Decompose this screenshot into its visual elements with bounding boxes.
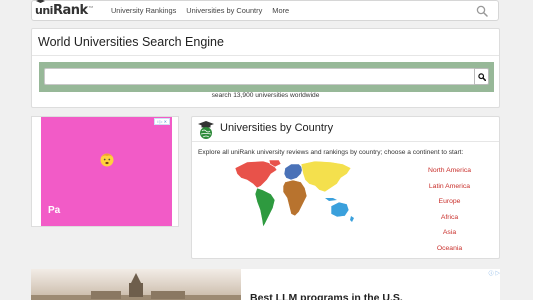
advertisement-bottom[interactable]: ⓘ ▷ Best LLM programs in the U.S. <box>31 269 500 300</box>
map-north-america <box>234 160 278 189</box>
ad-image[interactable] <box>31 269 241 300</box>
world-map[interactable] <box>233 160 358 230</box>
continent-link-europe[interactable]: Europe <box>407 194 492 210</box>
unirank-logo[interactable]: uni Rank TM <box>35 0 93 19</box>
map-africa <box>282 179 308 217</box>
ad-headline[interactable]: Best LLM programs in the U.S. <box>250 292 403 300</box>
page-title: World Universities Search Engine <box>38 35 224 49</box>
ad-landscape-image <box>31 273 241 300</box>
continent-link-africa[interactable]: Africa <box>407 210 492 226</box>
map-latin-america <box>254 187 276 228</box>
nav-universities-by-country[interactable]: Universities by Country <box>181 6 267 15</box>
search-input[interactable] <box>44 68 475 85</box>
ad-choices-badge[interactable]: i ▷ ✕ <box>154 118 170 125</box>
ad-text: Pa <box>48 205 61 216</box>
ad-choices-badge[interactable]: ⓘ ▷ <box>489 270 500 277</box>
continent-list: North America Latin America Europe Afric… <box>407 163 492 256</box>
top-navbar: uni Rank TM University Rankings Universi… <box>31 0 499 21</box>
continent-link-north-america[interactable]: North America <box>407 163 492 179</box>
map-new-zealand <box>350 216 354 222</box>
section-description: Explore all uniRank university reviews a… <box>198 149 464 156</box>
nav-university-rankings[interactable]: University Rankings <box>106 6 181 15</box>
search-button[interactable] <box>474 68 489 85</box>
continent-link-latin-america[interactable]: Latin America <box>407 179 492 195</box>
universities-by-country-panel: Universities by Country Explore all uniR… <box>191 116 500 259</box>
nav-more[interactable]: More <box>267 6 294 15</box>
map-europe <box>283 163 304 181</box>
map-oceania <box>330 201 350 218</box>
search-bar <box>39 62 494 92</box>
emoji-face-icon <box>100 153 114 167</box>
continent-link-oceania[interactable]: Oceania <box>407 241 492 257</box>
logo-text-uni: uni <box>35 0 53 17</box>
map-indonesia <box>325 198 337 201</box>
search-panel: World Universities Search Engine search … <box>31 28 500 108</box>
section-title: Universities by Country <box>220 122 334 134</box>
search-caption: search 13,900 universities worldwide <box>211 92 320 99</box>
divider <box>192 141 499 142</box>
advertisement-left[interactable]: i ▷ ✕ Pa <box>31 116 179 227</box>
search-icon[interactable] <box>476 5 488 17</box>
graduation-cap-globe-icon <box>198 121 214 139</box>
map-asia <box>300 160 352 193</box>
logo-cap-icon <box>36 0 45 3</box>
divider <box>32 55 499 56</box>
nav-links: University Rankings Universities by Coun… <box>106 6 294 15</box>
logo-trademark: TM <box>88 4 93 9</box>
ad-creative[interactable]: i ▷ ✕ Pa <box>41 117 172 226</box>
logo-text-rank: Rank <box>52 3 88 18</box>
search-icon <box>477 72 486 81</box>
continent-link-asia[interactable]: Asia <box>407 225 492 241</box>
